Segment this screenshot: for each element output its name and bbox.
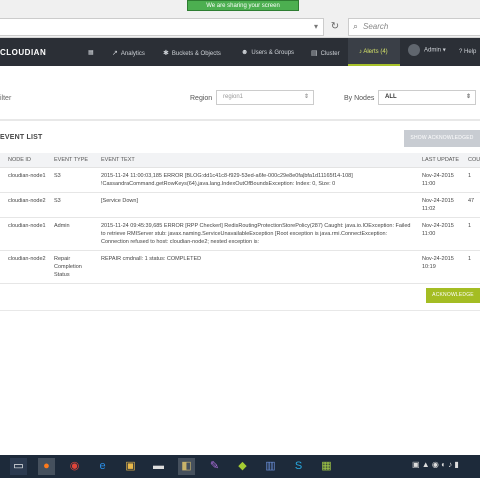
- browser-toolbar: We are sharing your screen ▾ ↻ ⌕ Search: [0, 0, 480, 38]
- cell-type: Admin: [46, 217, 93, 251]
- cell-count: 1: [460, 217, 480, 251]
- browser-search-input[interactable]: ⌕ Search: [348, 18, 480, 36]
- chrome-icon[interactable]: ◉: [66, 458, 83, 475]
- cloudian-logo[interactable]: CLOUDIAN: [0, 48, 46, 57]
- cell-node: cloudian-node1: [0, 217, 46, 251]
- cell-date: Nov-24-2015 11:02: [414, 192, 460, 218]
- region-label: Region: [190, 95, 213, 102]
- vm-icon[interactable]: ▦: [318, 458, 335, 475]
- cell-count: 1: [460, 250, 480, 284]
- cell-type: Repair Completion Status: [46, 250, 93, 284]
- nav-buckets-objects[interactable]: ✱ Buckets & Objects: [163, 49, 221, 57]
- cell-text: [Service Down]: [93, 192, 414, 218]
- event-list-title: EVENT LIST: [0, 134, 43, 141]
- filter-bar: ilter Region region1 ⇕ By Nodes ALL ⇕: [0, 87, 480, 111]
- table-row[interactable]: cloudian-node2 S3 [Service Down] Nov-24-…: [0, 192, 480, 218]
- cell-text: 2015-11-24 09:45:39,685 ERROR [RPP Check…: [93, 217, 414, 251]
- nav-admin[interactable]: Admin ▾: [408, 44, 446, 56]
- col-event-text[interactable]: EVENT TEXT: [93, 153, 414, 168]
- chevron-updown-icon: ⇕: [465, 94, 471, 100]
- paint-icon[interactable]: ✎: [206, 458, 223, 475]
- reload-icon[interactable]: ↻: [328, 19, 342, 35]
- col-count[interactable]: COU: [460, 153, 480, 168]
- skype-icon[interactable]: S: [290, 458, 307, 475]
- col-event-type[interactable]: EVENT TYPE: [46, 153, 93, 168]
- nav-alerts[interactable]: ♪ Alerts (4): [348, 38, 400, 66]
- cell-date: Nov-24-2015 11:00: [414, 167, 460, 193]
- table-row[interactable]: cloudian-node2 Repair Completion Status …: [0, 250, 480, 284]
- table-row[interactable]: cloudian-node1 Admin 2015-11-24 09:45:39…: [0, 217, 480, 251]
- remote-icon[interactable]: ▥: [262, 458, 279, 475]
- cell-type: S3: [46, 167, 93, 193]
- section-divider: [0, 119, 480, 121]
- chart-icon: ↗: [112, 50, 118, 57]
- region-select[interactable]: region1 ⇕: [216, 90, 314, 105]
- col-node-id[interactable]: NODE ID: [0, 153, 46, 168]
- ie-icon[interactable]: e: [94, 458, 111, 475]
- gradle-icon[interactable]: ◆: [234, 458, 251, 475]
- cell-text: REPAIR cmdnall: 1 status: COMPLETED: [93, 250, 414, 284]
- folder-icon[interactable]: ▣: [122, 458, 139, 475]
- users-icon: ☻: [241, 49, 249, 56]
- screen-sharing-banner[interactable]: We are sharing your screen: [187, 0, 299, 11]
- nav-analytics[interactable]: ↗ Analytics: [112, 49, 145, 57]
- chevron-updown-icon: ⇕: [303, 94, 309, 100]
- cell-count: 47: [460, 192, 480, 218]
- cell-type: S3: [46, 192, 93, 218]
- dashboard-icon[interactable]: ▦: [88, 49, 94, 56]
- table-row[interactable]: cloudian-node1 S3 2015-11-24 11:00:03,18…: [0, 167, 480, 193]
- avatar: [408, 44, 420, 56]
- cell-text: 2015-11-24 11:00:03,185 ERROR [BLOG:dd1c…: [93, 167, 414, 193]
- filter-label: ilter: [0, 95, 12, 102]
- nav-users-groups[interactable]: ☻ Users & Groups: [241, 49, 294, 56]
- col-last-update[interactable]: LAST UPDATE: [414, 153, 460, 168]
- section-divider: [0, 310, 480, 311]
- terminal-icon[interactable]: ▬: [150, 458, 167, 475]
- nodes-select[interactable]: ALL ⇕: [378, 90, 476, 105]
- explorer-icon[interactable]: ▭: [10, 458, 27, 475]
- cell-node: cloudian-node1: [0, 167, 46, 193]
- firefox-icon[interactable]: ●: [38, 458, 55, 475]
- cell-date: Nov-24-2015 11:00: [414, 217, 460, 251]
- bynodes-label: By Nodes: [344, 95, 375, 102]
- system-tray[interactable]: ▣ ▲ ◉ ◐ ♪ ▮: [412, 460, 459, 469]
- chevron-down-icon: ▾: [442, 47, 446, 54]
- table-header-row: NODE ID EVENT TYPE EVENT TEXT LAST UPDAT…: [0, 153, 480, 168]
- cell-node: cloudian-node2: [0, 250, 46, 284]
- nav-cluster[interactable]: ▤ Cluster: [311, 49, 340, 57]
- cell-count: 1: [460, 167, 480, 193]
- gear-icon: ✱: [163, 50, 169, 57]
- server-icon: ▤: [311, 50, 318, 57]
- cell-node: cloudian-node2: [0, 192, 46, 218]
- nav-help[interactable]: ? Help: [459, 49, 476, 55]
- show-acknowledged-button[interactable]: SHOW ACKNOWLEDGED: [404, 130, 480, 147]
- os-taskbar: ▭ ● ◉ e ▣ ▬ ◧ ✎ ◆ ▥ S ▦ ▣ ▲ ◉ ◐ ♪ ▮: [0, 455, 480, 478]
- cell-date: Nov-24-2015 10:19: [414, 250, 460, 284]
- app-navbar: CLOUDIAN ▦ ↗ Analytics ✱ Buckets & Objects…: [0, 38, 480, 66]
- url-field[interactable]: [0, 18, 324, 36]
- magnifier-icon: ⌕: [353, 21, 359, 31]
- acknowledge-button[interactable]: ACKNOWLEDGE: [426, 288, 480, 303]
- event-table: NODE ID EVENT TYPE EVENT TEXT LAST UPDAT…: [0, 153, 480, 284]
- app-icon[interactable]: ◧: [178, 458, 195, 475]
- search-placeholder: Search: [363, 22, 389, 31]
- url-dropdown-icon[interactable]: ▾: [314, 22, 318, 31]
